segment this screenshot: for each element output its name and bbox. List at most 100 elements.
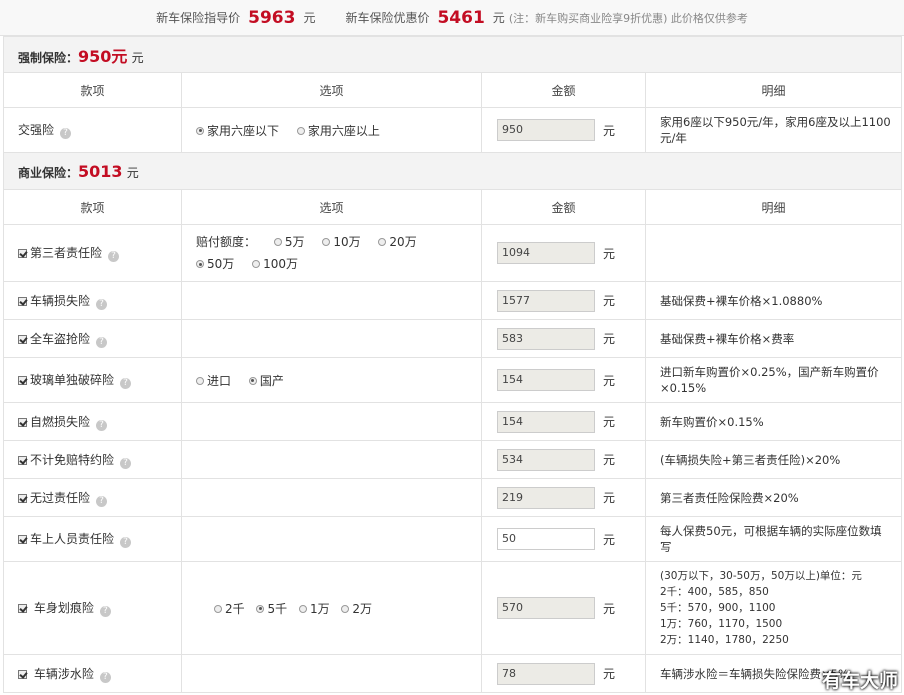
checkbox-checked-icon[interactable] <box>18 535 27 544</box>
table-row: 玻璃单独破碎险? 进口 国产 154 元 进口新车购置价×0.25%，国产新车购置… <box>3 357 902 403</box>
radio-icon[interactable] <box>322 238 331 246</box>
col-header-item: 款项 <box>3 72 182 108</box>
row-detail: 新车购置价×0.15% <box>645 402 902 441</box>
row-name: 第三者责任险 <box>30 246 103 260</box>
help-icon[interactable]: ? <box>96 336 108 348</box>
price-note: (注：新车购买商业险享9折优惠) 此价格仅供参考 <box>508 11 748 25</box>
radio-option[interactable]: 5千 <box>256 600 287 617</box>
radio-option[interactable]: 20万 <box>378 231 417 253</box>
row-detail: 基础保费+裸车价格×1.0880% <box>645 281 902 320</box>
help-icon[interactable]: ? <box>96 495 108 507</box>
row-detail <box>645 224 902 282</box>
radio-option[interactable]: 50万 <box>196 253 234 275</box>
help-icon[interactable]: ? <box>60 128 72 139</box>
commercial-unit: 元 <box>126 165 139 180</box>
amount-input[interactable]: 1577 <box>497 289 595 312</box>
radio-option[interactable]: 2千 <box>214 600 245 617</box>
radio-option[interactable]: 国产 <box>248 372 284 389</box>
row-detail: 基础保费+裸车价格×费率 <box>645 319 902 358</box>
insurance-table: 强制保险： 950 元 元 款项 选项 金额 明细 交强险? 家用六座以下 家用六座… <box>3 36 902 693</box>
table-row: 自燃损失险? 154 元 新车购置价×0.15% <box>3 402 902 441</box>
radio-option[interactable]: 100万 <box>252 253 298 275</box>
checkbox-checked-icon[interactable] <box>18 334 27 344</box>
radio-icon[interactable] <box>341 604 350 613</box>
table-row: 第三者责任险? 赔付额度： 5万 10万 20万 50万 100万 1094 元 <box>3 224 902 282</box>
table-row: 车辆损失险? 1577 元 基础保费+裸车价格×1.0880% <box>3 281 902 320</box>
row-name: 全车盗抢险 <box>30 331 91 346</box>
help-icon[interactable]: ? <box>120 537 132 548</box>
compulsory-column-headers: 款项 选项 金额 明细 <box>3 72 902 108</box>
table-row: 车上人员责任险? 50 元 每人保费50元，可根据车辆的实际座位数填写 <box>3 516 902 562</box>
amount-input[interactable]: 78 <box>497 662 595 685</box>
amount-input[interactable]: 154 <box>497 410 595 433</box>
radio-icon[interactable] <box>252 260 261 268</box>
checkbox-checked-icon[interactable] <box>18 604 27 613</box>
col-header-detail: 明细 <box>645 189 902 225</box>
row-name: 交强险 <box>18 123 55 137</box>
help-icon[interactable]: ? <box>96 419 108 431</box>
amount-input[interactable]: 950 <box>497 119 595 141</box>
guide-price-label: 新车保险指导价 <box>156 11 241 25</box>
help-icon[interactable]: ? <box>99 671 111 683</box>
col-header-item: 款项 <box>3 189 182 225</box>
radio-option[interactable]: 1万 <box>298 600 330 617</box>
checkbox-checked-icon[interactable] <box>18 493 27 503</box>
col-header-option: 选项 <box>181 189 482 225</box>
checkbox-checked-icon[interactable] <box>18 417 27 427</box>
radio-option[interactable]: 家用六座以下 <box>196 122 279 139</box>
row-detail: (车辆损失险+第三者责任险)×20% <box>645 440 902 479</box>
row-name: 车上人员责任险 <box>30 532 115 546</box>
radio-icon[interactable] <box>214 604 222 613</box>
amount-input[interactable]: 50 <box>497 528 595 550</box>
table-row: 不计免赔特约险? 534 元 (车辆损失险+第三者责任险)×20% <box>3 440 902 479</box>
help-icon[interactable]: ? <box>108 251 120 262</box>
amount-input[interactable]: 219 <box>497 486 595 509</box>
help-icon[interactable]: ? <box>96 298 108 310</box>
row-detail: 第三者责任险保险费×20% <box>645 478 902 517</box>
checkbox-checked-icon[interactable] <box>18 296 27 306</box>
radio-icon[interactable] <box>273 238 282 246</box>
discount-price-value: 5461 <box>437 7 485 28</box>
guide-price-unit: 元 <box>303 11 316 25</box>
radio-selected-icon[interactable] <box>248 376 257 385</box>
radio-option[interactable]: 10万 <box>322 231 361 253</box>
row-name: 玻璃单独破碎险 <box>30 373 115 387</box>
row-detail: (30万以下，30-50万，50万以上)单位：元 2千：400，585，850 … <box>645 561 902 655</box>
radio-selected-icon[interactable] <box>256 604 265 613</box>
checkbox-checked-icon[interactable] <box>18 455 27 465</box>
help-icon[interactable]: ? <box>120 378 132 389</box>
amount-input[interactable]: 570 <box>497 597 595 619</box>
radio-option[interactable]: 5万 <box>273 231 304 253</box>
row-name: 自燃损失险 <box>30 414 91 429</box>
row-name: 车身划痕险 <box>33 601 94 615</box>
radio-icon[interactable] <box>298 604 307 613</box>
discount-price-unit: 元 <box>492 11 505 25</box>
discount-price-label: 新车保险优惠价 <box>345 11 430 25</box>
price-summary-bar: 新车保险指导价 5963 元 新车保险优惠价 5461 元 (注：新车购买商业险… <box>0 0 904 36</box>
compulsory-unit: 元 <box>131 50 144 65</box>
checkbox-checked-icon[interactable] <box>18 376 27 385</box>
checkbox-checked-icon[interactable] <box>18 249 27 258</box>
radio-selected-icon[interactable] <box>196 260 204 268</box>
help-icon[interactable]: ? <box>99 606 111 617</box>
radio-option[interactable]: 进口 <box>196 372 231 389</box>
radio-option[interactable]: 家用六座以上 <box>296 122 380 139</box>
radio-selected-icon[interactable] <box>196 126 204 135</box>
radio-icon[interactable] <box>296 126 305 135</box>
row-name: 不计免赔特约险 <box>30 452 115 467</box>
amount-input[interactable]: 534 <box>497 448 595 471</box>
amount-input[interactable]: 154 <box>497 369 595 391</box>
compulsory-label: 强制保险： <box>18 50 79 65</box>
row-name: 车辆涉水险 <box>33 666 94 681</box>
radio-icon[interactable] <box>378 238 387 246</box>
table-row: 交强险? 家用六座以下 家用六座以上 950 元 家用6座以下950元/年，家用6… <box>3 107 902 153</box>
options-label: 赔付额度： <box>196 235 257 249</box>
table-row: 无过责任险? 219 元 第三者责任险保险费×20% <box>3 478 902 517</box>
checkbox-checked-icon[interactable] <box>18 669 27 679</box>
radio-icon[interactable] <box>196 376 204 385</box>
table-row: 全车盗抢险? 583 元 基础保费+裸车价格×费率 <box>3 319 902 358</box>
amount-input[interactable]: 1094 <box>497 242 595 264</box>
help-icon[interactable]: ? <box>120 457 132 469</box>
amount-input[interactable]: 583 <box>497 327 595 350</box>
radio-option[interactable]: 2万 <box>341 600 372 617</box>
